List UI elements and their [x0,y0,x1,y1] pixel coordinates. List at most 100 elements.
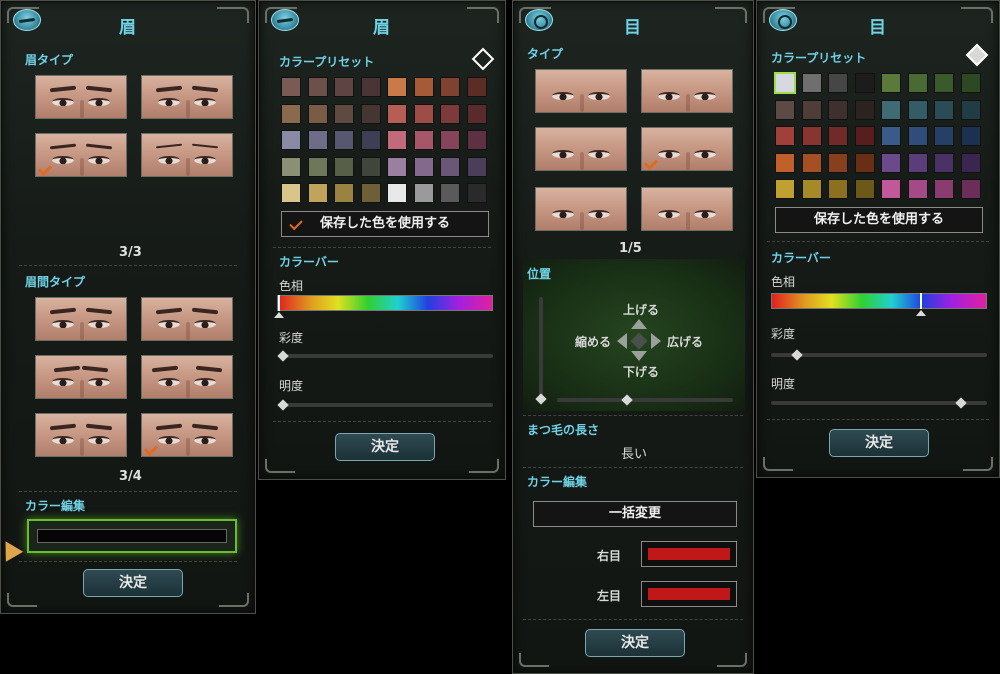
eye-type-option-2[interactable] [641,69,733,113]
color-swatch[interactable] [934,73,954,93]
color-swatch[interactable] [334,183,354,203]
color-swatch[interactable] [413,130,434,150]
color-swatch[interactable] [801,73,822,93]
color-swatch[interactable] [307,156,328,177]
color-swatch[interactable] [281,77,301,97]
right-eye-color-field[interactable] [641,541,737,567]
eye-type-option-1[interactable] [535,69,627,113]
color-swatch[interactable] [360,183,381,203]
brightness-knob[interactable] [277,399,289,411]
brow-gap-option-3[interactable] [35,355,127,399]
color-swatch[interactable] [440,77,460,97]
color-swatch[interactable] [854,73,875,93]
hue-slider[interactable] [277,295,493,311]
saturation-slider[interactable] [771,353,987,357]
brow-gap-option-5[interactable] [35,413,127,457]
color-swatch[interactable] [466,156,487,177]
color-swatch[interactable] [307,77,328,97]
confirm-button[interactable]: 決定 [335,433,435,461]
brow-gap-option-2[interactable] [141,297,233,341]
arrow-right-icon[interactable] [651,333,661,349]
color-swatch[interactable] [934,99,954,120]
brow-type-option-1[interactable] [35,75,127,119]
color-swatch[interactable] [466,103,487,124]
brow-gap-option-1[interactable] [35,297,127,341]
color-swatch[interactable] [387,77,407,97]
color-swatch[interactable] [360,103,381,124]
color-swatch[interactable] [801,179,822,199]
color-swatch[interactable] [413,77,434,97]
eye-type-option-6[interactable] [641,187,733,231]
color-swatch[interactable] [828,99,848,120]
color-swatch[interactable] [387,156,407,177]
color-swatch[interactable] [440,103,460,124]
color-swatch[interactable] [440,183,460,203]
arrow-down-icon[interactable] [631,351,647,361]
saturation-slider[interactable] [279,354,493,358]
color-swatch[interactable] [413,156,434,177]
horizontal-position-slider[interactable] [557,398,733,402]
color-swatch[interactable] [854,126,875,146]
color-swatch[interactable] [281,156,301,177]
color-swatch[interactable] [775,99,795,120]
brow-type-option-4[interactable] [141,133,233,177]
brightness-slider[interactable] [279,403,493,407]
color-swatch[interactable] [854,152,875,173]
color-swatch[interactable] [934,126,954,146]
saturation-knob[interactable] [277,350,289,362]
brow-color-edit-field[interactable] [27,519,237,553]
color-swatch[interactable] [960,179,981,199]
color-swatch[interactable] [387,103,407,124]
color-swatch[interactable] [774,72,796,94]
color-swatch[interactable] [334,130,354,150]
color-swatch[interactable] [881,73,901,93]
saturation-knob[interactable] [790,349,803,361]
color-swatch[interactable] [281,130,301,150]
color-swatch[interactable] [907,99,928,120]
brow-type-option-2[interactable] [141,75,233,119]
color-swatch[interactable] [413,103,434,124]
confirm-button[interactable]: 決定 [585,629,685,657]
color-swatch[interactable] [801,99,822,120]
confirm-button[interactable]: 決定 [829,429,929,457]
diamond-icon[interactable] [471,47,495,71]
color-swatch[interactable] [334,156,354,177]
color-swatch[interactable] [775,152,795,173]
color-swatch[interactable] [854,179,875,199]
color-swatch[interactable] [360,77,381,97]
color-swatch[interactable] [387,130,407,150]
color-swatch[interactable] [466,77,487,97]
color-swatch[interactable] [907,152,928,173]
diamond-icon[interactable] [965,43,989,67]
color-swatch[interactable] [907,179,928,199]
arrow-up-icon[interactable] [631,319,647,329]
color-swatch[interactable] [413,183,434,203]
color-swatch[interactable] [934,152,954,173]
color-swatch[interactable] [281,183,301,203]
color-swatch[interactable] [907,73,928,93]
color-swatch[interactable] [960,152,981,173]
color-swatch[interactable] [960,73,981,93]
color-swatch[interactable] [466,183,487,203]
color-swatch[interactable] [281,103,301,124]
color-swatch[interactable] [881,152,901,173]
hue-marker[interactable] [920,293,923,309]
eye-type-option-5[interactable] [535,187,627,231]
color-swatch[interactable] [360,130,381,150]
lash-length-value[interactable]: 長い [621,443,647,462]
color-swatch[interactable] [907,126,928,146]
batch-change-button[interactable]: 一括変更 [533,501,737,527]
color-swatch[interactable] [828,73,848,93]
brightness-knob[interactable] [955,397,967,409]
color-swatch[interactable] [387,183,407,203]
color-swatch[interactable] [828,126,848,146]
arrow-left-icon[interactable] [617,333,627,349]
color-swatch[interactable] [440,130,460,150]
eye-type-option-4[interactable] [641,127,733,171]
color-swatch[interactable] [960,99,981,120]
hue-marker[interactable] [278,295,280,311]
color-swatch[interactable] [466,130,487,150]
color-swatch[interactable] [801,126,822,146]
vertical-position-slider[interactable] [539,297,543,397]
color-swatch[interactable] [934,179,954,199]
